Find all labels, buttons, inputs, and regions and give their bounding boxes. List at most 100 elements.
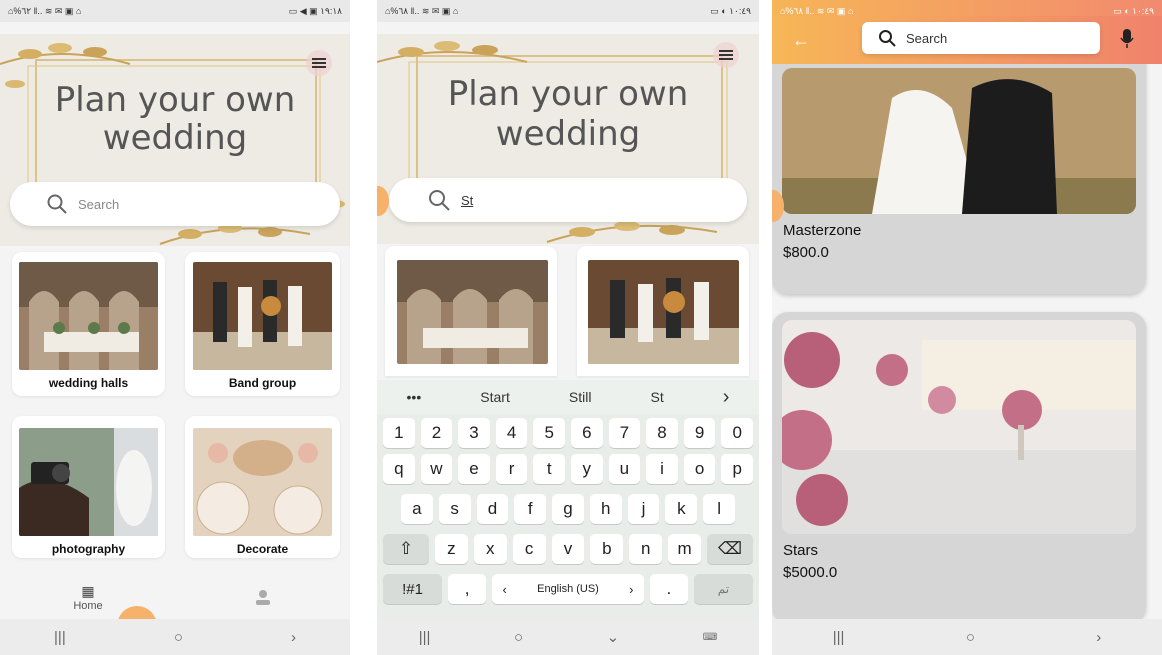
hero-title-line2: wedding xyxy=(495,114,641,154)
suggestion-expand[interactable]: › xyxy=(723,386,730,409)
key[interactable]: h xyxy=(589,494,622,524)
key[interactable]: q xyxy=(383,454,415,484)
phone-screen-results: ⌂%٦٨ ‖.. ≋ ✉ ▣ ⌂ ▭ ◐ ١٠:٤٩ Masterzone $8… xyxy=(772,0,1162,655)
key[interactable]: k xyxy=(665,494,698,524)
suggestion-st[interactable]: St xyxy=(651,389,664,405)
search-app-bar: ← Search xyxy=(772,16,1162,64)
suggestion-still[interactable]: Still xyxy=(569,389,592,405)
home-button[interactable]: ○ xyxy=(514,629,523,646)
category-card-wedding-halls[interactable]: wedding halls xyxy=(12,252,165,396)
keyboard-row-bottom: !#1 , ‹ English (US) › . تم xyxy=(383,574,753,604)
recents-button[interactable]: ||| xyxy=(419,629,431,646)
keyboard-row-qwerty: q w e r t y u i o p xyxy=(383,454,753,484)
search-placeholder: Search xyxy=(906,30,948,46)
key[interactable]: s xyxy=(438,494,471,524)
done-key[interactable]: تم xyxy=(693,574,753,604)
shift-key[interactable]: ⇧ xyxy=(383,534,429,564)
key[interactable]: n xyxy=(629,534,663,564)
language-prev-key[interactable]: ‹ xyxy=(492,574,518,604)
language-next-key[interactable]: › xyxy=(618,574,644,604)
key[interactable]: z xyxy=(435,534,468,564)
key[interactable]: 8 xyxy=(646,418,678,448)
status-left: ⌂%٦٨ ‖.. ≋ ✉ ▣ ⌂ xyxy=(385,5,459,16)
on-screen-keyboard: 1 2 3 4 5 6 7 8 9 0 q w e r t y u i o p … xyxy=(377,414,759,619)
home-button[interactable]: ○ xyxy=(174,629,183,646)
key[interactable]: j xyxy=(627,494,660,524)
search-icon xyxy=(879,30,896,47)
key[interactable]: g xyxy=(552,494,584,524)
key[interactable]: y xyxy=(571,454,603,484)
key[interactable]: i xyxy=(646,454,678,484)
key[interactable]: 3 xyxy=(458,418,490,448)
key[interactable]: b xyxy=(590,534,624,564)
key[interactable]: o xyxy=(683,454,716,484)
suggestion-more[interactable]: ••• xyxy=(407,389,422,405)
result-card[interactable]: Stars $5000.0 xyxy=(772,312,1146,622)
search-input[interactable]: St xyxy=(389,178,747,222)
search-placeholder: Search xyxy=(78,196,120,212)
menu-icon[interactable] xyxy=(306,50,332,76)
key[interactable]: 9 xyxy=(683,418,716,448)
category-label: Decorate xyxy=(236,542,289,556)
key[interactable]: p xyxy=(721,454,753,484)
key[interactable]: 2 xyxy=(420,418,453,448)
key[interactable]: a xyxy=(400,494,433,524)
key[interactable]: 1 xyxy=(383,418,415,448)
back-button[interactable]: › xyxy=(291,629,296,646)
keyboard-row-numbers: 1 2 3 4 5 6 7 8 9 0 xyxy=(383,418,753,448)
key[interactable]: 4 xyxy=(495,418,528,448)
key[interactable]: l xyxy=(703,494,736,524)
key[interactable]: 6 xyxy=(571,418,603,448)
result-card[interactable]: Masterzone $800.0 xyxy=(772,64,1146,294)
nav-home-label: Home xyxy=(73,600,103,612)
key[interactable]: d xyxy=(476,494,509,524)
back-button[interactable]: › xyxy=(1096,629,1101,646)
result-price: $5000.0 xyxy=(783,564,838,581)
key[interactable]: e xyxy=(458,454,490,484)
hide-keyboard-button[interactable]: ⌄ xyxy=(607,628,620,646)
search-input[interactable]: Search xyxy=(10,182,340,226)
back-arrow-icon[interactable]: ← xyxy=(792,30,810,51)
category-card-band-group[interactable] xyxy=(577,246,749,376)
key[interactable]: 7 xyxy=(608,418,641,448)
key[interactable]: c xyxy=(512,534,546,564)
category-card-photography[interactable]: photography xyxy=(12,416,165,558)
keyboard-icon[interactable]: ⌨ xyxy=(703,632,717,643)
search-input[interactable]: Search xyxy=(862,22,1100,54)
keyboard-row-asdf: a s d f g h j k l xyxy=(400,494,736,524)
key[interactable]: w xyxy=(420,454,453,484)
suggestion-start[interactable]: Start xyxy=(480,389,510,405)
key[interactable]: 0 xyxy=(721,418,753,448)
status-right: ▭ ◐ ١٠:٤٩ xyxy=(710,5,751,16)
key[interactable]: 5 xyxy=(533,418,565,448)
symbols-key[interactable]: !#1 xyxy=(383,574,443,604)
category-card-band-group[interactable]: Band group xyxy=(185,252,340,396)
microphone-icon[interactable] xyxy=(1120,29,1134,54)
search-icon xyxy=(47,194,67,214)
result-photo-stars xyxy=(782,320,1136,534)
system-navigation-bar: ||| ○ ⌄ ⌨ xyxy=(377,619,759,655)
comma-key[interactable]: , xyxy=(448,574,487,604)
category-card-decorate[interactable]: Decorate xyxy=(185,416,340,558)
nav-home[interactable]: ▦ Home xyxy=(64,584,112,612)
key[interactable]: v xyxy=(551,534,585,564)
recents-button[interactable]: ||| xyxy=(54,629,66,646)
status-left: ⌂%٦٢ ‖.. ≋ ✉ ▣ ⌂ xyxy=(8,5,82,16)
space-key[interactable]: English (US) xyxy=(517,574,619,604)
backspace-key[interactable]: ⌫ xyxy=(707,534,754,564)
recents-button[interactable]: ||| xyxy=(833,629,845,646)
key[interactable]: u xyxy=(608,454,641,484)
wedding-halls-photo xyxy=(397,260,548,364)
category-card-wedding-halls[interactable] xyxy=(385,246,557,376)
key[interactable]: m xyxy=(668,534,702,564)
key[interactable]: x xyxy=(473,534,507,564)
key[interactable]: t xyxy=(533,454,565,484)
home-button[interactable]: ○ xyxy=(966,629,975,646)
key[interactable]: f xyxy=(514,494,547,524)
menu-icon[interactable] xyxy=(713,42,739,68)
key[interactable]: r xyxy=(495,454,528,484)
decorate-photo xyxy=(193,428,332,536)
period-key[interactable]: . xyxy=(649,574,688,604)
profile-icon[interactable] xyxy=(254,588,272,606)
hero-title-line1: Plan your own xyxy=(447,74,689,114)
